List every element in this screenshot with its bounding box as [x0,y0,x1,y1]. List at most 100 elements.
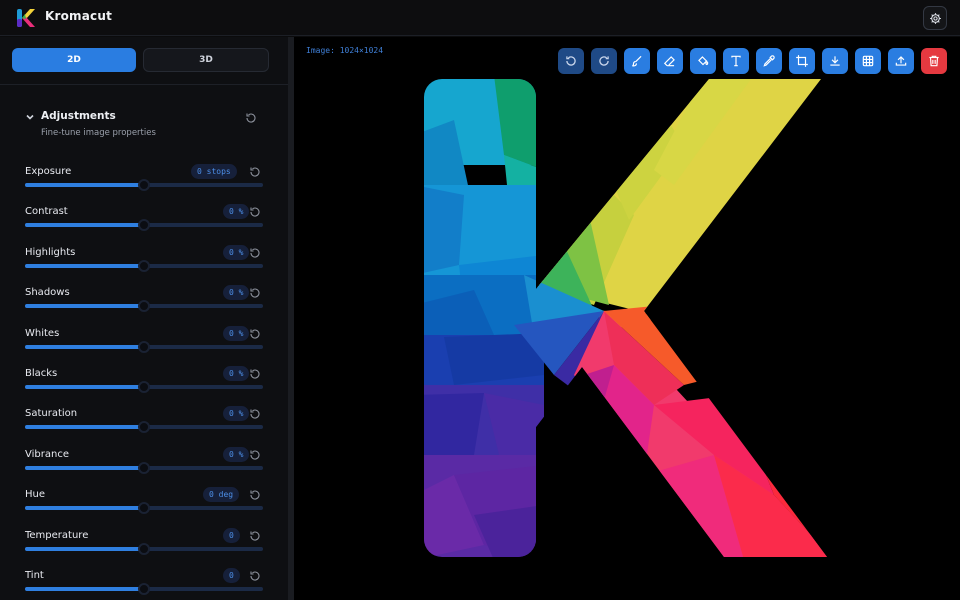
mode-2d-button[interactable]: 2D [12,48,136,72]
fill-bucket-icon [698,56,709,66]
reset-all-icon[interactable] [245,112,257,124]
slider-thumb[interactable] [138,341,150,353]
adjustment-value-badge[interactable]: 0 % [223,204,250,219]
eyedropper-icon [763,55,775,67]
kromacut-logo-icon [17,9,35,27]
crop-button[interactable] [789,48,815,74]
slider-track[interactable] [25,462,263,474]
adjustment-value-badge[interactable]: 0 % [223,406,250,421]
adjustment-row-whites: Whites 0 % [25,326,265,364]
undo-icon [566,56,576,66]
slider-fill [25,223,144,227]
brush-button[interactable] [624,48,650,74]
adjustment-row-tint: Tint 0 [25,568,265,600]
adjustments-header[interactable]: Adjustments Fine-tune image properties [25,109,265,143]
slider-track[interactable] [25,219,263,231]
adjustment-row-hue: Hue 0 deg [25,487,265,525]
slider-fill [25,425,144,429]
grid-button[interactable] [855,48,881,74]
adjustment-label: Vibrance [25,449,69,460]
adjustment-value-badge[interactable]: 0 % [223,366,250,381]
slider-track[interactable] [25,341,263,353]
adjustment-label: Blacks [25,368,58,379]
reset-icon[interactable] [249,570,261,582]
slider-track[interactable] [25,502,263,514]
reset-icon[interactable] [249,530,261,542]
slider-fill [25,466,144,470]
grid-icon [862,55,874,67]
upload-icon [895,56,907,66]
reset-icon[interactable] [249,408,261,420]
slider-fill [25,547,144,551]
adjustment-label: Whites [25,328,60,339]
slider-fill [25,587,144,591]
slider-track[interactable] [25,583,263,595]
adjustment-row-vibrance: Vibrance 0 % [25,447,265,485]
slider-track[interactable] [25,381,263,393]
upload-button[interactable] [888,48,914,74]
adjustment-value-badge[interactable]: 0 [223,568,240,583]
redo-button[interactable] [591,48,617,74]
slider-track[interactable] [25,260,263,272]
slider-thumb[interactable] [138,179,150,191]
mode-toggle: 2D 3D [12,48,269,72]
adjustment-value-badge[interactable]: 0 deg [203,487,240,502]
adjustment-value-badge[interactable]: 0 % [223,447,250,462]
slider-thumb[interactable] [138,260,150,272]
adjustment-label: Tint [25,570,44,581]
adjustment-row-shadows: Shadows 0 % [25,285,265,323]
reset-icon[interactable] [249,489,261,501]
adjustment-label: Hue [25,489,46,500]
adjustment-label: Contrast [25,206,68,217]
settings-button[interactable] [923,6,947,30]
eyedropper-button[interactable] [756,48,782,74]
reset-icon[interactable] [249,328,261,340]
slider-thumb[interactable] [138,421,150,433]
slider-thumb[interactable] [138,502,150,514]
slider-thumb[interactable] [138,583,150,595]
slider-thumb[interactable] [138,462,150,474]
download-button[interactable] [822,48,848,74]
reset-icon[interactable] [249,166,261,178]
sidebar-panel: 2D 3D Adjustments Fine-tune image proper… [0,37,288,600]
adjustment-value-badge[interactable]: 0 % [223,285,250,300]
reset-icon[interactable] [249,368,261,380]
adjustment-label: Temperature [25,530,89,541]
reset-icon[interactable] [249,287,261,299]
adjustment-label: Shadows [25,287,70,298]
slider-thumb[interactable] [138,219,150,231]
undo-button[interactable] [558,48,584,74]
slider-thumb[interactable] [138,300,150,312]
adjustment-value-badge[interactable]: 0 stops [191,164,237,179]
adjustment-label: Highlights [25,247,76,258]
app-title: Kromacut [45,9,113,23]
adjustment-value-badge[interactable]: 0 % [223,326,250,341]
adjustment-value-badge[interactable]: 0 % [223,245,250,260]
gear-icon [929,12,941,24]
mode-3d-button[interactable]: 3D [143,48,269,72]
adjustment-row-blacks: Blacks 0 % [25,366,265,404]
canvas-area[interactable]: Image: 1024×1024 [294,37,960,600]
reset-icon[interactable] [249,206,261,218]
download-icon [830,56,840,66]
slider-fill [25,304,144,308]
slider-track[interactable] [25,543,263,555]
slider-thumb[interactable] [138,543,150,555]
trash-icon [929,55,939,67]
chevron-down-icon[interactable] [25,112,35,122]
slider-fill [25,506,144,510]
brush-icon [632,55,642,67]
slider-thumb[interactable] [138,381,150,393]
reset-icon[interactable] [249,449,261,461]
adjustment-value-badge[interactable]: 0 [223,528,240,543]
adjustment-label: Exposure [25,166,72,177]
slider-track[interactable] [25,300,263,312]
text-button[interactable] [723,48,749,74]
eraser-button[interactable] [657,48,683,74]
slider-track[interactable] [25,179,263,191]
image-info: Image: 1024×1024 [306,46,384,55]
reset-icon[interactable] [249,247,261,259]
delete-button[interactable] [921,48,947,74]
slider-track[interactable] [25,421,263,433]
fill-bucket-button[interactable] [690,48,716,74]
